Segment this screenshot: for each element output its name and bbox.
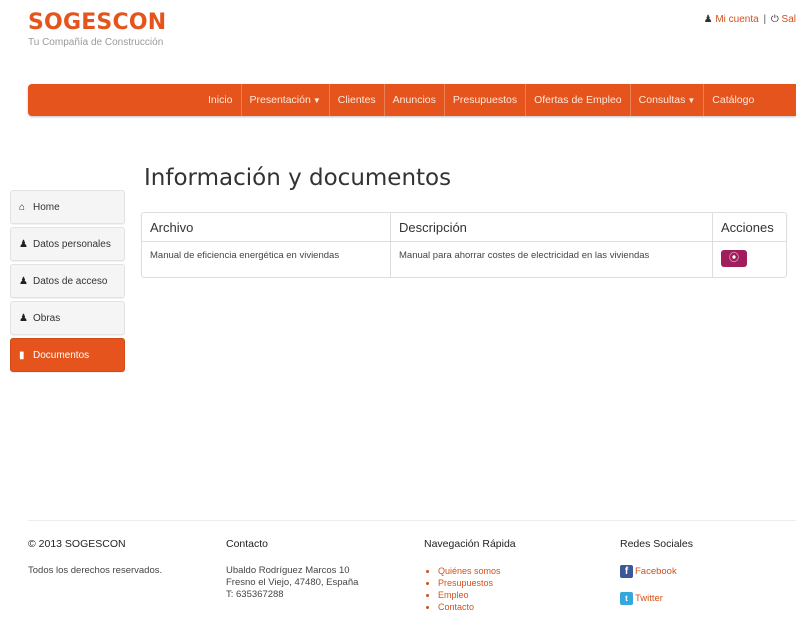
contact-title: Contacto [226, 538, 269, 550]
sidebar-item-documentos[interactable]: ▮ Documentos [10, 338, 125, 372]
sidebar-item-label: Home [33, 201, 60, 213]
nav-item-anuncios[interactable]: Anuncios [385, 84, 445, 116]
social-title: Redes Sociales [620, 538, 693, 550]
twitter-label: Twitter [635, 593, 663, 604]
quick-nav-list: Quiénes somos Presupuestos Empleo Contac… [424, 565, 516, 613]
sidebar-item-label: Datos personales [33, 238, 111, 250]
facebook-link[interactable]: f Facebook [620, 565, 693, 578]
documents-table: Archivo Descripción Acciones Manual de e… [141, 212, 787, 278]
column-header-descripcion: Descripción [390, 213, 713, 242]
nav-item-presupuestos[interactable]: Presupuestos [445, 84, 527, 116]
user-icon: ♟ [19, 275, 28, 287]
sidebar: ⌂ Home ♟ Datos personales ♟ Datos de acc… [10, 190, 125, 375]
table-row: Manual de eficiencia energética en vivie… [142, 241, 786, 277]
nav-item-consultas[interactable]: Consultas ▼ [631, 84, 705, 116]
sidebar-item-datos-personales[interactable]: ♟ Datos personales [10, 227, 125, 261]
user-icon: ♟ [19, 238, 28, 250]
user-icon: ♟ [703, 14, 713, 25]
logout-link[interactable]: Sal [782, 14, 796, 25]
footer-quick-nav: Navegación Rápida Quiénes somos Presupue… [424, 538, 516, 613]
contact-phone: T: 635367288 [226, 589, 284, 600]
column-header-archivo: Archivo [142, 213, 391, 242]
nav-item-clientes[interactable]: Clientes [330, 84, 385, 116]
nav-label: Presupuestos [452, 94, 518, 106]
nav-label: Catálogo [712, 94, 755, 106]
nav-label: Ofertas de Empleo [534, 94, 622, 106]
sidebar-item-label: Obras [33, 312, 61, 324]
footer-copyright: © 2013 SOGESCON Todos los derechos reser… [28, 538, 162, 577]
separator: | [763, 14, 767, 25]
twitter-icon: t [620, 592, 633, 605]
footer-social: Redes Sociales f Facebook t Twitter [620, 538, 693, 619]
contact-address: Ubaldo Rodríguez Marcos 10 [226, 565, 350, 576]
sidebar-item-home[interactable]: ⌂ Home [10, 190, 125, 224]
quick-nav-link[interactable]: Presupuestos [438, 577, 516, 589]
download-button[interactable]: ⦿ [721, 250, 747, 267]
account-links: ♟ Mi cuenta | ⏻ Sal [704, 14, 796, 25]
home-icon: ⌂ [19, 201, 26, 213]
nav-label: Presentación [249, 94, 311, 106]
nav-label: Consultas [638, 94, 686, 106]
contact-city: Fresno el Viejo, 47480, España [226, 577, 359, 588]
document-icon: ▮ [19, 349, 25, 361]
nav-label: Inicio [208, 94, 233, 106]
footer-divider [28, 520, 796, 521]
quick-nav-link[interactable]: Empleo [438, 589, 516, 601]
copyright-title: © 2013 SOGESCON [28, 538, 126, 550]
twitter-link[interactable]: t Twitter [620, 592, 693, 605]
quick-nav-link[interactable]: Quiénes somos [438, 565, 516, 577]
my-account-link[interactable]: Mi cuenta [715, 14, 758, 25]
nav-item-catalogo[interactable]: Catálogo [704, 84, 762, 116]
sidebar-item-label: Datos de acceso [33, 275, 108, 287]
nav-item-inicio[interactable]: Inicio [200, 84, 242, 116]
logo[interactable]: SOGESCON Tu Compañía de Construcción [28, 10, 166, 48]
power-icon: ⏻ [770, 14, 779, 25]
sidebar-item-datos-acceso[interactable]: ♟ Datos de acceso [10, 264, 125, 298]
nav-label: Clientes [337, 94, 376, 106]
caret-down-icon: ▼ [312, 96, 321, 105]
nav-item-presentacion[interactable]: Presentación ▼ [242, 84, 330, 116]
brand-subtitle: Tu Compañía de Construcción [28, 37, 164, 48]
nav-item-ofertas-empleo[interactable]: Ofertas de Empleo [526, 84, 631, 116]
cell-description: Manual para ahorrar costes de electricid… [390, 241, 713, 277]
caret-down-icon: ▼ [687, 96, 696, 105]
footer-contact: Contacto Ubaldo Rodríguez Marcos 10 Fres… [226, 538, 358, 601]
page-title: Información y documentos [144, 165, 452, 192]
user-icon: ♟ [19, 312, 28, 324]
sidebar-item-obras[interactable]: ♟ Obras [10, 301, 125, 335]
sidebar-item-label: Documentos [33, 349, 90, 361]
column-header-acciones: Acciones [712, 213, 786, 242]
copyright-text: Todos los derechos reservados. [28, 565, 163, 576]
cell-file: Manual de eficiencia energética en vivie… [150, 250, 340, 261]
facebook-icon: f [620, 565, 633, 578]
quick-nav-link[interactable]: Contacto [438, 601, 516, 613]
table-header-row: Archivo Descripción Acciones [142, 213, 786, 242]
facebook-label: Facebook [635, 566, 677, 577]
quick-nav-title: Navegación Rápida [424, 538, 516, 550]
cell-actions: ⦿ [712, 241, 786, 277]
nav-label: Anuncios [392, 94, 436, 106]
download-icon: ⦿ [729, 253, 739, 264]
brand-title: SOGESCON [28, 10, 167, 35]
main-navbar: Inicio Presentación ▼ Clientes Anuncios P… [28, 84, 796, 116]
